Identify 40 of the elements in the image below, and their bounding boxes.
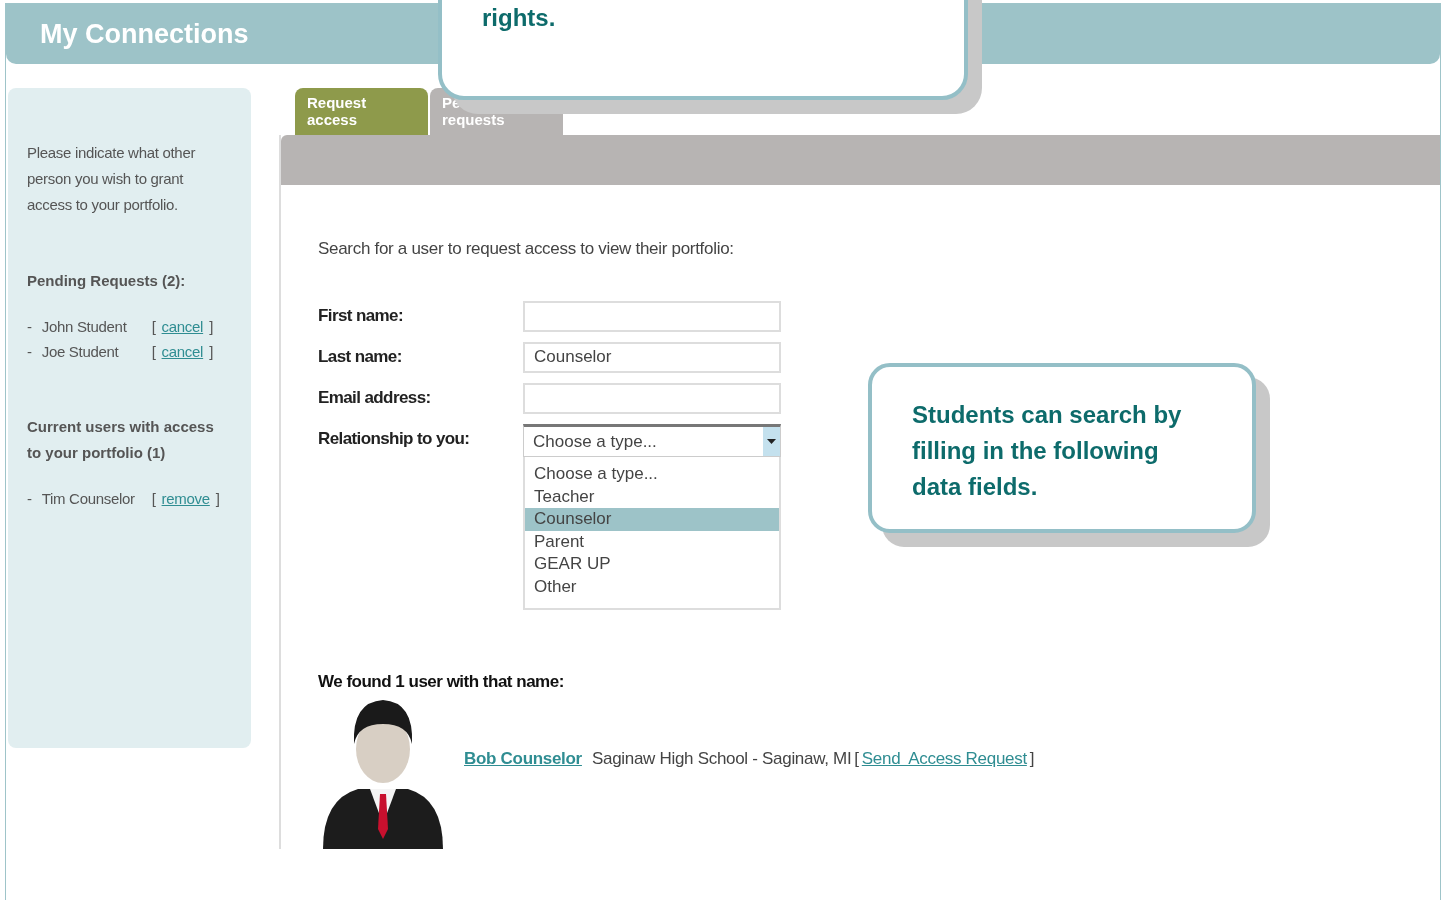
search-instructions: Search for a user to request access to view their portfolio: (318, 239, 735, 259)
bracket-text: ] (215, 489, 220, 509)
page-title: My Connections (40, 18, 249, 50)
bracket-text: [ (151, 342, 156, 362)
field-label: Last name: (318, 346, 403, 368)
relationship-dropdown[interactable]: Choose a type... (523, 424, 781, 457)
user-name-link[interactable]: Bob Counselor (464, 749, 582, 769)
input-field[interactable] (523, 301, 781, 332)
field-label: Relationship to you: (318, 428, 471, 450)
bracket-text: ] (209, 317, 213, 337)
dropdown-option[interactable]: GEAR UP (525, 553, 779, 576)
current-users-heading: Current users with access to your portfolio (1) (27, 417, 215, 463)
input-field[interactable]: Counselor (523, 342, 781, 373)
pending-user-name: John Student (41, 317, 128, 337)
bracket-text: [ (151, 489, 156, 509)
input-field[interactable] (523, 383, 781, 414)
dropdown-caret-icon (763, 427, 780, 456)
bracket-text: [ (151, 317, 156, 337)
bracket-text: ] (1029, 749, 1035, 769)
pending-heading: Pending Requests (2): (27, 271, 187, 291)
dropdown-option[interactable]: Counselor (525, 508, 779, 531)
results-heading: We found 1 user with that name: (318, 672, 565, 692)
bullet-dash: - (27, 489, 32, 509)
dropdown-option[interactable]: Teacher (525, 485, 779, 508)
dropdown-option[interactable]: Parent (525, 530, 779, 553)
bracket-text: [ (854, 749, 859, 769)
send-request-link[interactable]: Send Access Request (861, 749, 1027, 769)
pending-user-name: Joe Student (41, 342, 120, 362)
sidebar-intro: Please indicate what other person you wish to grant access to your portfolio. (27, 143, 197, 215)
bullet-dash: - (27, 317, 32, 337)
callout-text: rights. (482, 3, 557, 33)
callout-text: Students can search by filling in the following data fields. (912, 400, 1183, 502)
field-label: Email address: (318, 387, 432, 409)
bracket-text: ] (209, 342, 213, 362)
bullet-dash: - (27, 342, 32, 362)
field-label: First name: (318, 305, 405, 327)
school-text: Saginaw High School - Saginaw, MI (591, 749, 852, 769)
dropdown-option[interactable]: Other (525, 575, 779, 598)
dropdown-option[interactable]: Choose a type... (525, 463, 779, 486)
current-user-name: Tim Counselor (41, 489, 136, 509)
